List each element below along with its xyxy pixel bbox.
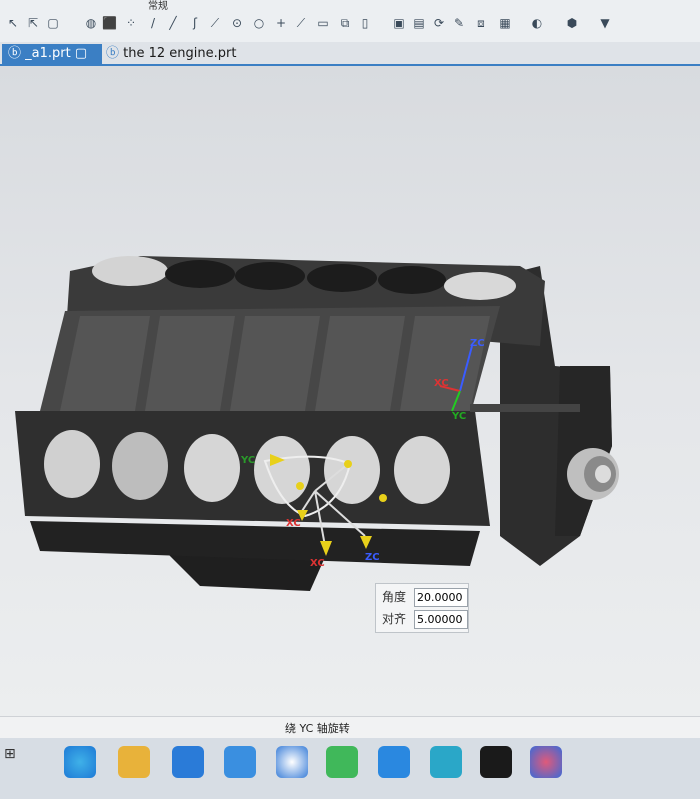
angle-label: 角度	[382, 590, 407, 604]
view-icon[interactable]: ▣	[392, 16, 406, 30]
wechat-icon[interactable]	[326, 746, 358, 778]
circle-point-icon[interactable]: ○	[252, 16, 266, 30]
tab-a1[interactable]: ⓑ _a1.prt ▢	[2, 44, 102, 64]
align-label: 对齐	[382, 612, 407, 626]
diagonal-icon[interactable]: ⟋	[294, 16, 308, 30]
graphics-window[interactable]: ZC XC YC YC XC ZC XC	[0, 66, 700, 716]
line2-icon[interactable]: ⟋	[208, 16, 222, 30]
brush-icon[interactable]: ✎	[452, 16, 466, 30]
edge-icon[interactable]	[64, 746, 96, 778]
align-row: 对齐 5.00000	[382, 609, 468, 629]
file-explorer-icon[interactable]	[118, 746, 150, 778]
axis-label-xc-top: XC	[434, 378, 449, 389]
axis-label-yc: YC	[241, 455, 256, 466]
spline-icon[interactable]: ʃ	[188, 16, 202, 30]
other-icon[interactable]	[480, 746, 512, 778]
points-icon[interactable]: ⁘	[124, 16, 138, 30]
line-icon[interactable]: /	[146, 16, 160, 30]
axis-label-zc: ZC	[365, 552, 380, 563]
ribbon-tab-label[interactable]: 常规	[148, 0, 168, 12]
page-icon[interactable]: ▯	[358, 16, 372, 30]
render-icon[interactable]: ◐	[530, 16, 544, 30]
part-file-icon: ⓑ	[106, 46, 120, 61]
tab-engine[interactable]: ⓑ the 12 engine.prt	[100, 44, 242, 64]
display-icon[interactable]: ▤	[412, 16, 426, 30]
box-select-icon[interactable]: ▢	[46, 16, 60, 30]
axis-label-xc: XC	[286, 518, 301, 529]
circle-icon[interactable]: ⊙	[230, 16, 244, 30]
select-icon[interactable]: ⇱	[26, 16, 40, 30]
ccleaner-icon[interactable]	[430, 746, 462, 778]
status-bar: 绕 YC 轴旋转	[0, 716, 700, 739]
nx-icon[interactable]	[530, 746, 562, 778]
rotate-icon[interactable]: ⟳	[432, 16, 446, 30]
task-view-icon[interactable]: ⊞	[4, 746, 18, 778]
angle-row: 角度 20.0000	[382, 587, 468, 607]
part-icon[interactable]: ⬢	[565, 16, 579, 30]
windows-taskbar: ⊞	[0, 738, 700, 799]
table-icon[interactable]: ▦	[498, 16, 512, 30]
axis-label-xc-2: XC	[310, 558, 325, 569]
rotate-input-popup: 角度 20.0000 对齐 5.00000	[375, 583, 469, 633]
store-icon[interactable]	[172, 746, 204, 778]
rect-icon[interactable]: ▭	[316, 16, 330, 30]
angle-input[interactable]: 20.0000	[414, 588, 468, 607]
axis-label-zc-top: ZC	[470, 338, 485, 349]
tab-label: the 12 engine.prt	[123, 46, 237, 61]
document-tabs: ⓑ _a1.prt ▢ ⓑ the 12 engine.prt	[0, 42, 700, 66]
copy-icon[interactable]: ⧉	[338, 16, 352, 30]
engine-block-model[interactable]	[0, 66, 700, 716]
sphere-icon[interactable]: ◍	[84, 16, 98, 30]
shading-icon[interactable]: ▼	[598, 16, 612, 30]
align-input[interactable]: 5.00000	[414, 610, 468, 629]
ribbon-toolbar: 常规 ↖ ⇱ ▢ ◍ ⬛ ⁘ / ╱ ʃ ⟋ ⊙ ○ + ⟋ ▭ ⧉ ▯ ▣ ▤…	[0, 0, 700, 43]
arc-icon[interactable]: ╱	[166, 16, 180, 30]
tab-close-icon[interactable]: ▢	[75, 46, 87, 61]
tab-label: _a1.prt	[25, 46, 71, 61]
cross-icon[interactable]: +	[274, 16, 288, 30]
mail-icon[interactable]	[224, 746, 256, 778]
axis-label-yc-top: YC	[452, 411, 467, 422]
pointer-icon[interactable]: ↖	[6, 16, 20, 30]
part-file-icon: ⓑ	[8, 46, 22, 61]
app-icon[interactable]	[378, 746, 410, 778]
layer-icon[interactable]: ⧈	[474, 16, 488, 30]
status-text: 绕 YC 轴旋转	[285, 722, 350, 735]
cube-icon[interactable]: ⬛	[102, 16, 117, 30]
browser-icon[interactable]	[276, 746, 308, 778]
